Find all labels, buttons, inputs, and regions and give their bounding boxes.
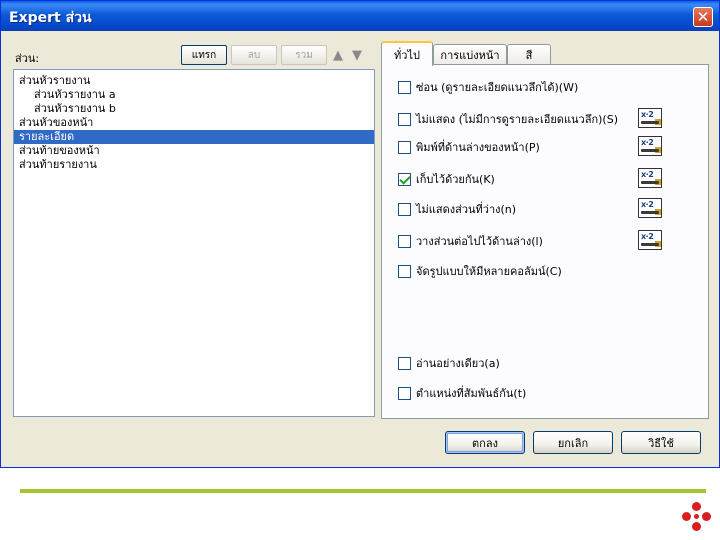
checkbox[interactable] xyxy=(398,112,411,126)
tree-item-details[interactable]: รายละเอียด xyxy=(14,130,374,144)
checkbox-checked[interactable] xyxy=(398,172,411,186)
close-icon: ✕ xyxy=(696,7,710,26)
option-label: เก็บไว้ด้วยกัน(K) xyxy=(416,173,495,186)
option-label: ไม่แสดง (ไม่มีการดูรายละเอียดแนวลึก)(S) xyxy=(416,113,618,126)
option-label: ซ่อน (ดูรายละเอียดแนวลึกได้)(W) xyxy=(416,81,579,94)
option-hide-drilldown[interactable]: ซ่อน (ดูรายละเอียดแนวลึกได้)(W) xyxy=(398,79,578,95)
ok-button[interactable]: ตกลง xyxy=(445,431,525,454)
close-button[interactable]: ✕ xyxy=(693,7,713,27)
tree-item-page-footer[interactable]: ส่วนท้ายของหน้า xyxy=(14,144,374,158)
section-expert-dialog: Expert ส่วน ✕ ส่วน: แทรก ลบ รวม ▲ ▼ ส่วน… xyxy=(0,0,720,468)
tree-item-report-header[interactable]: ส่วนหัวรายงาน xyxy=(14,74,374,88)
cancel-button[interactable]: ยกเลิก xyxy=(533,431,613,454)
window-title: Expert ส่วน xyxy=(9,10,92,26)
option-suppress[interactable]: ไม่แสดง (ไม่มีการดูรายละเอียดแนวลึก)(S) xyxy=(398,111,618,127)
pencil-icon xyxy=(655,179,661,185)
insert-button[interactable]: แทรก xyxy=(181,45,227,65)
tree-item-report-header-a[interactable]: ส่วนหัวรายงาน a xyxy=(14,88,374,102)
option-keep-together[interactable]: เก็บไว้ด้วยกัน(K) xyxy=(398,171,495,187)
help-button[interactable]: วิธีใช้ xyxy=(621,431,701,454)
checkbox[interactable] xyxy=(398,202,411,216)
option-read-only[interactable]: อ่านอย่างเดียว(a) xyxy=(398,355,500,371)
checkbox[interactable] xyxy=(398,356,411,370)
sections-tree[interactable]: ส่วนหัวรายงาน ส่วนหัวรายงาน a ส่วนหัวราย… xyxy=(13,69,375,417)
logo-dot xyxy=(692,522,701,531)
general-tab-panel: ซ่อน (ดูรายละเอียดแนวลึกได้)(W) ไม่แสดง … xyxy=(381,64,709,419)
pencil-icon xyxy=(655,119,661,125)
formula-button-suppress-blank[interactable] xyxy=(638,198,662,218)
option-underlay[interactable]: วางส่วนต่อไปไว้ด้านล่าง(l) xyxy=(398,233,543,249)
option-print-at-bottom[interactable]: พิมพ์ที่ด้านล่างของหน้า(P) xyxy=(398,139,540,155)
move-down-button[interactable]: ▼ xyxy=(348,45,366,65)
option-multiple-columns[interactable]: จัดรูปแบบให้มีหลายคอลัมน์(C) xyxy=(398,263,562,279)
logo-dot xyxy=(682,512,691,521)
formula-button-underlay[interactable] xyxy=(638,230,662,250)
checkbox[interactable] xyxy=(398,264,411,278)
tab-color[interactable]: สี xyxy=(507,44,551,65)
option-label: วางส่วนต่อไปไว้ด้านล่าง(l) xyxy=(416,235,543,248)
formula-button-keep-together[interactable] xyxy=(638,168,662,188)
option-relative-position[interactable]: ตำแหน่งที่สัมพันธ์กัน(t) xyxy=(398,385,526,401)
formula-button-print-at-bottom[interactable] xyxy=(638,136,662,156)
logo-dot xyxy=(702,512,711,521)
pencil-icon xyxy=(655,209,661,215)
dialog-client-area: ส่วน: แทรก ลบ รวม ▲ ▼ ส่วนหัวรายงาน ส่วน… xyxy=(5,31,715,465)
tab-strip: ทั่วไป การแบ่งหน้า สี xyxy=(381,41,711,66)
formula-button-suppress[interactable] xyxy=(638,108,662,128)
pencil-icon xyxy=(655,241,661,247)
sections-label: ส่วน: xyxy=(15,52,40,65)
option-label: อ่านอย่างเดียว(a) xyxy=(416,357,500,370)
accent-divider xyxy=(20,489,706,493)
tree-item-report-header-b[interactable]: ส่วนหัวรายงาน b xyxy=(14,102,374,116)
checkbox[interactable] xyxy=(398,80,411,94)
merge-button[interactable]: รวม xyxy=(281,45,327,65)
tree-item-page-header[interactable]: ส่วนหัวของหน้า xyxy=(14,116,374,130)
delete-button[interactable]: ลบ xyxy=(231,45,277,65)
arrow-up-icon: ▲ xyxy=(333,47,343,63)
option-label: จัดรูปแบบให้มีหลายคอลัมน์(C) xyxy=(416,265,562,278)
tab-general[interactable]: ทั่วไป xyxy=(381,41,433,66)
checkbox[interactable] xyxy=(398,386,411,400)
checkbox[interactable] xyxy=(398,140,411,154)
checkbox[interactable] xyxy=(398,234,411,248)
arrow-down-icon: ▼ xyxy=(352,47,362,63)
logo-dot xyxy=(694,514,699,519)
pencil-icon xyxy=(655,147,661,153)
flower-logo-icon xyxy=(682,502,712,532)
option-label: ตำแหน่งที่สัมพันธ์กัน(t) xyxy=(416,387,527,400)
tree-item-report-footer[interactable]: ส่วนท้ายรายงาน xyxy=(14,158,374,172)
title-bar[interactable]: Expert ส่วน ✕ xyxy=(1,1,719,31)
option-label: ไม่แสดงส่วนที่ว่าง(n) xyxy=(416,203,517,216)
logo-dot xyxy=(692,502,701,511)
move-up-button[interactable]: ▲ xyxy=(329,45,347,65)
option-label: พิมพ์ที่ด้านล่างของหน้า(P) xyxy=(416,141,540,154)
option-suppress-blank[interactable]: ไม่แสดงส่วนที่ว่าง(n) xyxy=(398,201,516,217)
tab-paging[interactable]: การแบ่งหน้า xyxy=(433,44,507,65)
